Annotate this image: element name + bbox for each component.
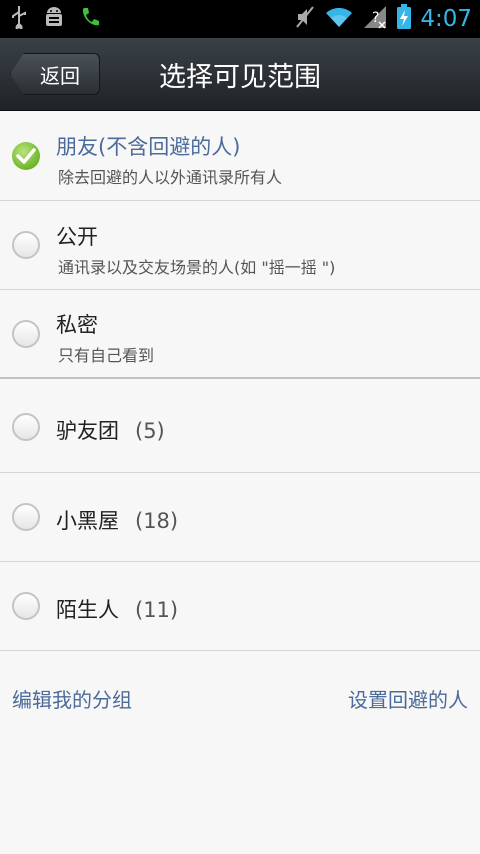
set-avoid-link[interactable]: 设置回避的人 bbox=[348, 684, 468, 713]
radio-icon bbox=[12, 320, 40, 348]
edit-groups-link[interactable]: 编辑我的分组 bbox=[12, 684, 132, 713]
group-count: (11) bbox=[135, 598, 179, 622]
no-signal-icon: ? bbox=[362, 4, 388, 34]
radio-icon bbox=[12, 592, 40, 620]
usb-icon bbox=[10, 5, 28, 33]
group-count: (5) bbox=[135, 419, 165, 443]
option-public[interactable]: 公开 通讯录以及交友场景的人(如 "摇一摇 ") bbox=[0, 201, 480, 290]
group-name: 陌生人 bbox=[56, 598, 119, 622]
option-private[interactable]: 私密 只有自己看到 bbox=[0, 290, 480, 377]
radio-icon bbox=[12, 231, 40, 259]
group-label: 驴友团 (5) bbox=[56, 415, 165, 445]
option-subtitle: 只有自己看到 bbox=[58, 346, 155, 365]
svg-text:?: ? bbox=[372, 10, 379, 26]
group-row[interactable]: 驴友团 (5) bbox=[0, 379, 480, 473]
radio-icon bbox=[12, 413, 40, 441]
android-debug-icon bbox=[42, 5, 66, 33]
group-label: 陌生人 (11) bbox=[56, 594, 178, 624]
option-title: 私密 bbox=[56, 313, 98, 337]
radio-icon bbox=[12, 503, 40, 531]
option-subtitle: 通讯录以及交友场景的人(如 "摇一摇 ") bbox=[58, 258, 336, 277]
status-time: 4:07 bbox=[420, 6, 472, 32]
group-row[interactable]: 小黑屋 (18) bbox=[0, 473, 480, 562]
mute-icon bbox=[294, 5, 316, 33]
group-count: (18) bbox=[135, 509, 179, 533]
group-name: 驴友团 bbox=[56, 419, 119, 443]
check-icon bbox=[12, 142, 40, 170]
back-button[interactable]: 返回 bbox=[10, 53, 100, 95]
option-title: 公开 bbox=[56, 225, 98, 249]
option-title: 朋友(不含回避的人) bbox=[56, 135, 241, 159]
battery-charging-icon bbox=[396, 4, 412, 34]
group-row[interactable]: 陌生人 (11) bbox=[0, 562, 480, 651]
group-label: 小黑屋 (18) bbox=[56, 505, 178, 535]
phone-icon bbox=[80, 6, 100, 32]
option-subtitle: 除去回避的人以外通讯录所有人 bbox=[58, 168, 283, 187]
title-bar: 选择可见范围 返回 bbox=[0, 38, 480, 111]
status-bar: ? 4:07 bbox=[0, 0, 480, 38]
wifi-icon bbox=[324, 5, 354, 33]
option-friends[interactable]: 朋友(不含回避的人) 除去回避的人以外通讯录所有人 bbox=[0, 111, 480, 201]
group-name: 小黑屋 bbox=[56, 509, 119, 533]
